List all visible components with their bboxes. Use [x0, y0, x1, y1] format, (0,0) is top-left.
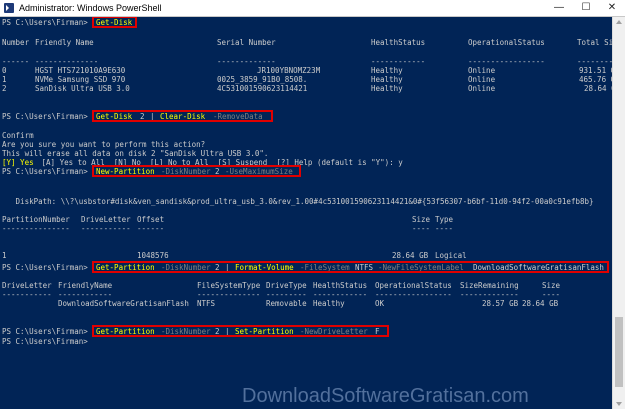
disk-name: HGST HTS721010A9E630 [35, 66, 126, 75]
prompt: PS C:\Users\Firman> [2, 327, 88, 336]
col-header-offset: Offset [137, 215, 165, 224]
volume-size-remaining: 28.57 GB [482, 299, 519, 308]
dashes: --------- [266, 290, 307, 299]
watermark: DownloadSoftwareGratisan.com [242, 385, 529, 407]
disk-serial: 0025_3859_91B0_8508. [217, 75, 308, 84]
dashes: -------------- [35, 57, 99, 66]
disk-size: 465.76 GB [579, 75, 612, 84]
disk-op-status: Online [468, 75, 496, 84]
dashes: ----------- [2, 290, 52, 299]
col-header-operational: OperationalStatus [468, 38, 545, 47]
col-header-friendly-name: FriendlyName [58, 281, 113, 290]
prompt: PS C:\Users\Firman> [2, 167, 88, 176]
disk-size: 28.64 GB [584, 84, 612, 93]
disk-name: NVMe Samsung SSD 970 [35, 75, 126, 84]
highlight-box [92, 17, 137, 28]
disk-serial: 4C531001590623114421 [217, 84, 308, 93]
highlight-box [92, 110, 273, 122]
prompt: PS C:\Users\Firman> [2, 263, 88, 272]
col-header-number: Number [2, 38, 30, 47]
disk-number: 1 [2, 75, 7, 84]
confirm-heading: Confirm [2, 131, 34, 140]
confirm-question: Are you sure you want to perform this ac… [2, 140, 206, 149]
dashes: ------------ [313, 290, 368, 299]
col-header-friendly-name: Friendly Name [35, 38, 94, 47]
col-header-size: Size [412, 215, 431, 224]
scrollbar-thumb[interactable] [615, 317, 623, 387]
volume-health: Healthy [313, 299, 345, 308]
disk-health: Healthy [371, 66, 403, 75]
prompt: PS C:\Users\Firman> [2, 18, 88, 27]
dashes: ---- [435, 224, 454, 233]
dashes: ---------- [577, 57, 612, 66]
dashes: --------------- [2, 224, 70, 233]
dashes: -------------- [197, 290, 261, 299]
dashes: ------------ [371, 57, 426, 66]
scroll-down-arrow-icon[interactable] [616, 402, 622, 406]
powershell-window: Administrator: Windows PowerShell — ☐ ✕ … [0, 0, 625, 409]
dashes: ----------------- [375, 290, 452, 299]
partition-offset: 1048576 [137, 251, 169, 260]
confirm-warning: This will erase all data on disk 2 "SanD… [2, 149, 269, 158]
col-header-size: Size [542, 281, 561, 290]
volume-size: 28.64 GB [522, 299, 559, 308]
disk-health: Healthy [371, 84, 403, 93]
minimize-button[interactable]: — [545, 0, 573, 16]
volume-file-system: NTFS [197, 299, 216, 308]
dashes: ----------- [81, 224, 131, 233]
dashes: ------------- [460, 290, 519, 299]
disk-number: 2 [2, 84, 7, 93]
highlight-box [92, 165, 301, 177]
partition-number: 1 [2, 251, 7, 260]
dashes: ------------- [217, 57, 276, 66]
powershell-icon [4, 3, 14, 13]
confirm-yes-option: [Y] Yes [2, 158, 34, 167]
close-button[interactable]: ✕ [598, 0, 625, 16]
window-title: Administrator: Windows PowerShell [19, 3, 162, 13]
disk-health: Healthy [371, 75, 403, 84]
vertical-scrollbar[interactable] [612, 17, 625, 409]
col-header-drive-letter: DriveLetter [2, 281, 52, 290]
disk-serial: JR100YBNOMZ23M [257, 66, 321, 75]
col-header-drive-letter: DriveLetter [81, 215, 131, 224]
dashes: ---- [412, 224, 431, 233]
partition-size: 28.64 GB [392, 251, 429, 260]
col-header-operational-status: OperationalStatus [375, 281, 452, 290]
col-header-serial: Serial Number [217, 38, 276, 47]
col-header-partition-number: PartitionNumber [2, 215, 70, 224]
disk-op-status: Online [468, 84, 496, 93]
highlight-box [92, 325, 389, 337]
title-bar[interactable]: Administrator: Windows PowerShell — ☐ ✕ [0, 0, 625, 17]
col-header-health-status: HealthStatus [313, 281, 368, 290]
prompt: PS C:\Users\Firman> [2, 112, 88, 121]
scroll-up-arrow-icon[interactable] [616, 20, 622, 24]
volume-op-status: OK [375, 299, 385, 308]
disk-number: 0 [2, 66, 7, 75]
console-output[interactable]: PS C:\Users\Firman> Get-Disk Number Frie… [0, 17, 612, 409]
dashes: ------ [137, 224, 165, 233]
disk-name: SanDisk Ultra USB 3.0 [35, 84, 130, 93]
col-header-drive-type: DriveType [266, 281, 307, 290]
disk-size: 931.51 GB [579, 66, 612, 75]
dashes: ------------ [58, 290, 113, 299]
dashes: ----------------- [468, 57, 545, 66]
col-header-size-remaining: SizeRemaining [460, 281, 519, 290]
dashes: ------ [2, 57, 30, 66]
highlight-box [92, 261, 609, 273]
volume-drive-type: Removable [266, 299, 307, 308]
volume-friendly-name: DownloadSoftwareGratisanFlash [58, 299, 189, 308]
col-header-type: Type [435, 215, 454, 224]
col-header-file-system-type: FileSystemType [197, 281, 261, 290]
prompt-current[interactable]: PS C:\Users\Firman> [2, 337, 88, 346]
partition-type: Logical [435, 251, 467, 260]
disk-op-status: Online [468, 66, 496, 75]
dashes: ---- [542, 290, 561, 299]
maximize-button[interactable]: ☐ [572, 0, 600, 16]
col-header-total-size: Total Size [577, 38, 612, 47]
col-header-health: HealthStatus [371, 38, 426, 47]
disk-path: DiskPath: \\?\usbstor#disk&ven_sandisk&p… [2, 197, 594, 206]
